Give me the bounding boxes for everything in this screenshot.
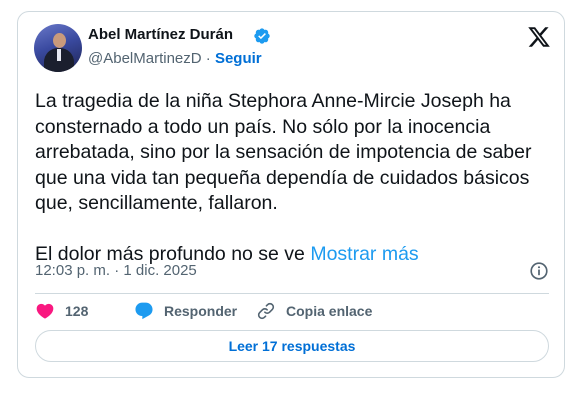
heart-icon bbox=[36, 303, 54, 319]
show-more-link[interactable]: Mostrar más bbox=[310, 243, 418, 265]
info-icon[interactable] bbox=[528, 260, 550, 282]
verified-badge-icon bbox=[254, 28, 270, 44]
meta-separator: · bbox=[114, 262, 120, 279]
tweet-time: 12:03 p. m. bbox=[35, 262, 111, 279]
copy-link-label: Copia enlace bbox=[286, 303, 373, 319]
reply-button[interactable]: Responder bbox=[134, 301, 237, 321]
read-replies-button[interactable]: Leer 17 respuestas bbox=[35, 330, 549, 362]
like-button[interactable]: 128 bbox=[35, 301, 88, 321]
x-logo-icon[interactable] bbox=[527, 25, 551, 49]
like-count: 128 bbox=[65, 303, 89, 319]
tweet-date: 1 dic. 2025 bbox=[123, 262, 197, 279]
tweet-card[interactable]: Abel Martínez Durán @AbelMartinezD · Seg… bbox=[17, 11, 565, 378]
reply-label: Responder bbox=[164, 303, 238, 319]
handle-separator: · bbox=[205, 50, 211, 67]
author-name[interactable]: Abel Martínez Durán bbox=[88, 26, 233, 43]
divider bbox=[35, 293, 549, 294]
speech-bubble-icon bbox=[135, 302, 153, 320]
avatar-head bbox=[53, 33, 66, 48]
author-handle[interactable]: @AbelMartinezD bbox=[88, 50, 202, 67]
avatar[interactable] bbox=[34, 24, 82, 72]
tweet-text: La tragedia de la niña Stephora Anne-Mir… bbox=[35, 89, 555, 267]
author-handle-line: @AbelMartinezD · Seguir bbox=[88, 50, 262, 67]
follow-button[interactable]: Seguir bbox=[215, 50, 262, 67]
copy-link-button[interactable]: Copia enlace bbox=[256, 301, 372, 321]
avatar-tie bbox=[57, 49, 61, 61]
tweet-paragraph-1: La tragedia de la niña Stephora Anne-Mir… bbox=[35, 90, 532, 214]
tweet-timestamp[interactable]: 12:03 p. m. · 1 dic. 2025 bbox=[35, 262, 197, 279]
link-icon bbox=[257, 302, 275, 320]
